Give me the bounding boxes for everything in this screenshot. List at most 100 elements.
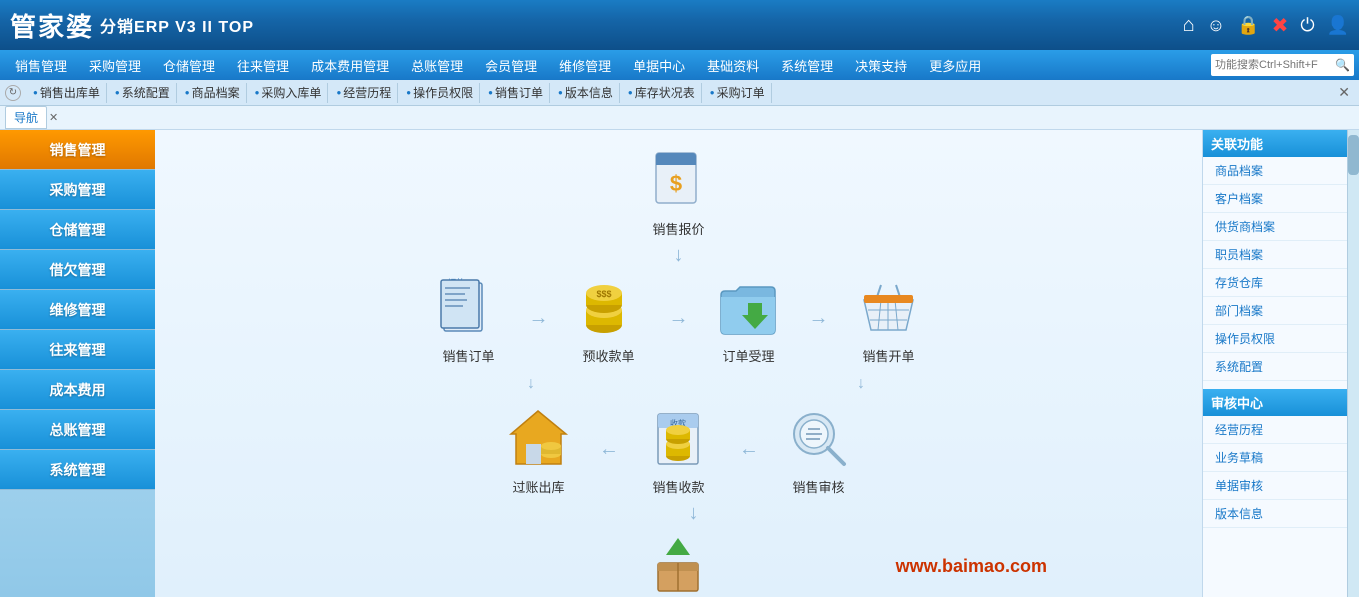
tab-system-config[interactable]: ●系统配置: [109, 83, 177, 103]
nav-item-more[interactable]: 更多应用: [919, 50, 991, 80]
right-link-staff[interactable]: 职员档案: [1203, 241, 1347, 269]
nav-item-basic[interactable]: 基础资料: [697, 50, 769, 80]
node-post-out[interactable]: 过账出库: [494, 403, 584, 496]
tab-purchase-in[interactable]: ●采购入库单: [249, 83, 329, 103]
right-link-product[interactable]: 商品档案: [1203, 157, 1347, 185]
right-link-supplier[interactable]: 供货商档案: [1203, 213, 1347, 241]
right-section-title-audit: 审核中心: [1203, 389, 1347, 416]
arrow-right-3: →: [809, 307, 829, 330]
node-sales-order-label: 销售订单: [442, 346, 494, 365]
home-icon[interactable]: ⌂: [1183, 14, 1195, 37]
tab-purchase-order[interactable]: ●采购订单: [704, 83, 772, 103]
tab-sales-out[interactable]: ●销售出库单: [27, 83, 107, 103]
sidebar-item-repair[interactable]: 维修管理: [0, 290, 155, 330]
header-icons: ⌂ ☺ 🔒 ✖ ⏻ 👤: [1183, 13, 1349, 38]
node-sales-audit[interactable]: 销售审核: [774, 403, 864, 496]
nav-item-cost[interactable]: 成本费用管理: [301, 50, 399, 80]
right-link-syscfg[interactable]: 系统配置: [1203, 353, 1347, 381]
tab-sales-order[interactable]: ●销售订单: [482, 83, 550, 103]
tabs-close-button[interactable]: ✕: [1334, 84, 1354, 101]
svg-text:$$$: $$$: [596, 289, 611, 299]
sidebar-item-cost[interactable]: 成本费用: [0, 370, 155, 410]
logo-main-text: 管家婆: [10, 7, 94, 44]
right-link-version[interactable]: 版本信息: [1203, 500, 1347, 528]
lock-icon[interactable]: 🔒: [1237, 15, 1259, 36]
power-icon[interactable]: ⏻: [1300, 15, 1314, 36]
node-sales-collect-label: 销售收款: [652, 477, 704, 496]
nav-item-repair[interactable]: 维修管理: [549, 50, 621, 80]
person-icon[interactable]: ☺: [1207, 15, 1225, 36]
node-sales-return[interactable]: 销售退货: [634, 530, 724, 597]
header: 管家婆 分销ERP V3 II TOP ⌂ ☺ 🔒 ✖ ⏻ 👤: [0, 0, 1359, 50]
node-sales-audit-label: 销售审核: [792, 477, 844, 496]
sidebar-item-warehouse[interactable]: 仓储管理: [0, 210, 155, 250]
nav-item-sales[interactable]: 销售管理: [5, 50, 77, 80]
main-layout: 销售管理 采购管理 仓储管理 借欠管理 维修管理 往来管理 成本费用 总账管理 …: [0, 130, 1359, 597]
user-icon[interactable]: 👤: [1327, 15, 1349, 36]
tab-inventory-status[interactable]: ●库存状况表: [622, 83, 702, 103]
nav-item-ledger[interactable]: 总账管理: [401, 50, 473, 80]
node-sales-collect[interactable]: 收款 销售收款: [634, 403, 724, 496]
flow-diagram: $ 销售报价 ↓: [155, 130, 1202, 597]
right-link-dept[interactable]: 部门档案: [1203, 297, 1347, 325]
sub-tab-nav[interactable]: 导航: [5, 106, 47, 129]
search-input[interactable]: [1215, 59, 1335, 71]
sidebar: 销售管理 采购管理 仓储管理 借欠管理 维修管理 往来管理 成本费用 总账管理 …: [0, 130, 155, 490]
right-link-customer[interactable]: 客户档案: [1203, 185, 1347, 213]
flow-row-2: 订单 销售订单 →: [424, 272, 934, 365]
node-prepay[interactable]: $$$ 预收款单: [564, 272, 654, 365]
nav-search[interactable]: 🔍: [1211, 54, 1354, 76]
sidebar-item-debt[interactable]: 借欠管理: [0, 250, 155, 290]
node-sales-open[interactable]: 销售开单: [844, 272, 934, 365]
arrow-left-2: →: [739, 438, 759, 461]
nav-item-warehouse[interactable]: 仓储管理: [153, 50, 225, 80]
nav-item-docs[interactable]: 单据中心: [623, 50, 695, 80]
node-prepay-label: 预收款单: [582, 346, 634, 365]
tab-operator-perm[interactable]: ●操作员权限: [400, 83, 480, 103]
nav-item-purchase[interactable]: 采购管理: [79, 50, 151, 80]
flow-row-3: 过账出库 → 收款: [494, 403, 864, 496]
arrow-down-audit: ↓: [816, 375, 906, 393]
sidebar-item-system[interactable]: 系统管理: [0, 450, 155, 490]
right-link-doc-audit[interactable]: 单据审核: [1203, 472, 1347, 500]
node-sales-quote[interactable]: $ 销售报价: [634, 145, 724, 238]
node-sales-open-label: 销售开单: [862, 346, 914, 365]
right-section-title-related: 关联功能: [1203, 130, 1347, 157]
right-link-draft[interactable]: 业务草稿: [1203, 444, 1347, 472]
refresh-button[interactable]: ↻: [5, 85, 21, 101]
arrow-right-2: →: [669, 307, 689, 330]
arrow-down-return: ↓: [689, 503, 699, 523]
sidebar-container: 销售管理 采购管理 仓储管理 借欠管理 维修管理 往来管理 成本费用 总账管理 …: [0, 130, 155, 597]
search-icon[interactable]: 🔍: [1335, 58, 1350, 72]
right-link-warehouse[interactable]: 存货仓库: [1203, 269, 1347, 297]
close-circle-icon[interactable]: ✖: [1272, 13, 1289, 38]
sidebar-item-ledger[interactable]: 总账管理: [0, 410, 155, 450]
right-link-biz-history[interactable]: 经营历程: [1203, 416, 1347, 444]
flow-row-1: $ 销售报价: [634, 145, 724, 238]
nav-item-decision[interactable]: 决策支持: [845, 50, 917, 80]
node-sales-order[interactable]: 订单 销售订单: [424, 272, 514, 365]
nav-item-member[interactable]: 会员管理: [475, 50, 547, 80]
flow-row-4: 销售退货: [634, 530, 724, 597]
sidebar-item-contacts[interactable]: 往来管理: [0, 330, 155, 370]
scrollbar-thumb[interactable]: [1348, 135, 1359, 175]
nav-menu: 销售管理 采购管理 仓储管理 往来管理 成本费用管理 总账管理 会员管理 维修管…: [0, 50, 1359, 80]
logo: 管家婆 分销ERP V3 II TOP: [10, 7, 1183, 44]
right-link-operator[interactable]: 操作员权限: [1203, 325, 1347, 353]
tab-product[interactable]: ●商品档案: [179, 83, 247, 103]
node-sales-quote-label: 销售报价: [652, 219, 704, 238]
scrollbar[interactable]: [1347, 130, 1359, 597]
nav-item-contacts[interactable]: 往来管理: [227, 50, 299, 80]
nav-item-system[interactable]: 系统管理: [771, 50, 843, 80]
node-order-accept[interactable]: 订单受理: [704, 272, 794, 365]
right-panel: 关联功能 商品档案 客户档案 供货商档案 职员档案 存货仓库 部门档案 操作员权…: [1202, 130, 1347, 597]
sub-tab-close[interactable]: ✕: [49, 111, 58, 124]
flow-row-arrows: ↓ ↓: [451, 375, 906, 393]
sub-tabs: 导航 ✕: [0, 106, 1359, 130]
content-area: $ 销售报价 ↓: [155, 130, 1202, 597]
sidebar-item-purchase[interactable]: 采购管理: [0, 170, 155, 210]
tab-biz-history[interactable]: ●经营历程: [330, 83, 398, 103]
tab-version[interactable]: ●版本信息: [552, 83, 620, 103]
arrow-down-post: ↓: [486, 375, 576, 393]
sidebar-item-sales[interactable]: 销售管理: [0, 130, 155, 170]
